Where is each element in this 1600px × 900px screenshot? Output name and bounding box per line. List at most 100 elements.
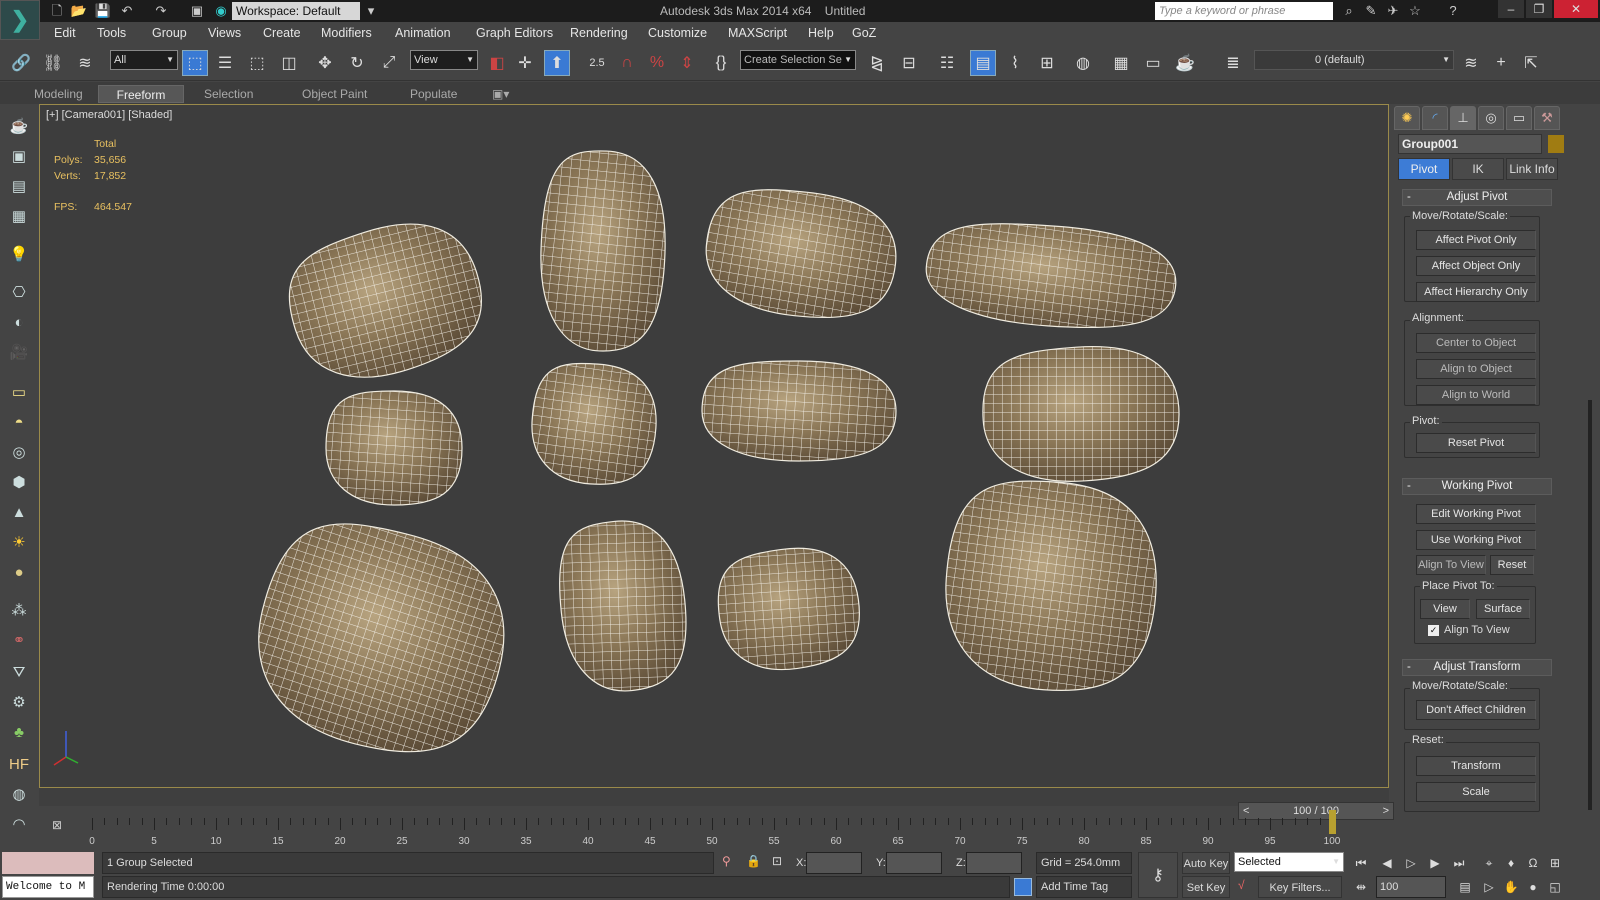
render-setup-icon[interactable]: ▦ xyxy=(1108,50,1134,76)
open-file-icon[interactable]: 📂 xyxy=(70,2,88,20)
modify-tab-icon[interactable]: ◜ xyxy=(1422,106,1448,130)
rock-mesh[interactable] xyxy=(273,203,498,399)
motion-tab-icon[interactable]: ◎ xyxy=(1478,106,1504,130)
edit-named-selection-icon[interactable]: {} xyxy=(708,50,734,76)
previous-frame-icon[interactable]: ◀ xyxy=(1378,854,1396,872)
snaps-toggle-icon[interactable]: 2.5 xyxy=(584,50,610,76)
rock-mesh[interactable] xyxy=(979,340,1184,487)
reset-working-pivot-button[interactable]: Reset xyxy=(1490,555,1534,575)
align-icon[interactable]: ⊟ xyxy=(896,50,922,76)
favorites-icon[interactable]: ☆ xyxy=(1406,2,1424,20)
compound-icon[interactable]: ⛛ xyxy=(7,660,31,684)
communication-icon[interactable]: ✈ xyxy=(1384,2,1402,20)
menu-help[interactable]: Help xyxy=(808,26,834,40)
pan-hand-icon[interactable]: ✋ xyxy=(1502,878,1520,896)
dome-icon[interactable]: ◠ xyxy=(7,812,31,836)
key-mode-dropdown[interactable]: Selected xyxy=(1234,852,1344,872)
use-working-pivot-button[interactable]: Use Working Pivot xyxy=(1416,530,1536,550)
maxscript-mini-listener-top[interactable] xyxy=(2,852,94,874)
rollout-working-pivot[interactable]: - Working Pivot xyxy=(1402,478,1552,495)
display-tab-icon[interactable]: ▭ xyxy=(1506,106,1532,130)
select-in-layer-icon[interactable]: ⇱ xyxy=(1518,50,1544,76)
mini-curve-editor-icon[interactable]: ⊠ xyxy=(52,818,62,832)
pivot-center-icon[interactable]: ◧ xyxy=(484,50,510,76)
keyboard-shortcut-override-icon[interactable]: ⬆ xyxy=(544,50,570,76)
menu-group[interactable]: Group xyxy=(152,26,187,40)
tab-selection[interactable]: Selection xyxy=(196,85,261,103)
binoculars-icon[interactable]: ⌕ xyxy=(1340,2,1358,20)
plane-icon[interactable]: ▭ xyxy=(7,380,31,404)
time-slider-prev[interactable]: < xyxy=(1243,803,1249,819)
redo-icon[interactable]: ↷ xyxy=(152,2,170,20)
menu-rendering[interactable]: Rendering xyxy=(570,26,628,40)
project-folder-icon[interactable]: ▣ xyxy=(188,2,206,20)
rotate-icon[interactable]: ↻ xyxy=(344,50,370,76)
default-in-out-tangent-icon[interactable]: √ xyxy=(1238,878,1245,892)
menu-customize[interactable]: Customize xyxy=(648,26,707,40)
material-editor-icon[interactable]: ◍ xyxy=(1070,50,1096,76)
table-icon[interactable]: ▦ xyxy=(7,204,31,228)
hierarchy-tab-icon[interactable]: ⊥ xyxy=(1450,106,1476,130)
play-icon[interactable]: ▷ xyxy=(1402,854,1420,872)
current-frame-field[interactable]: 100 xyxy=(1376,876,1446,898)
ribbon-options-icon[interactable]: ▣▾ xyxy=(484,85,517,103)
render-frame-icon[interactable]: ▣ xyxy=(7,144,31,168)
workspace-dropdown[interactable]: Workspace: Default xyxy=(232,2,360,20)
manipulate-icon[interactable]: ✛ xyxy=(512,50,538,76)
cone-icon[interactable]: ▲ xyxy=(7,500,31,524)
rock-mesh[interactable] xyxy=(923,217,1179,334)
affect-object-only-button[interactable]: Affect Object Only xyxy=(1416,256,1536,276)
reset-pivot-button[interactable]: Reset Pivot xyxy=(1416,433,1536,453)
layer-dropdown[interactable]: 0 (default) xyxy=(1254,50,1454,70)
molecule-icon[interactable]: ⚭ xyxy=(7,628,31,652)
add-to-layer-icon[interactable]: + xyxy=(1488,50,1514,76)
viewport-camera001[interactable]: [+] [Camera001] [Shaded] Total Polys: 35… xyxy=(39,104,1389,788)
particles-icon[interactable]: ⁂ xyxy=(7,598,31,622)
rock-mesh[interactable] xyxy=(528,360,660,488)
customize-quick-access-icon[interactable]: ▾ xyxy=(362,2,380,20)
rendered-frame-window-icon[interactable]: ▭ xyxy=(1140,50,1166,76)
selection-filter-dropdown[interactable]: All xyxy=(110,50,178,70)
torus-icon[interactable]: ◎ xyxy=(7,440,31,464)
unlink-icon[interactable]: ⛓ xyxy=(40,50,66,76)
current-frame-indicator[interactable] xyxy=(1329,810,1336,834)
app-logo-button[interactable]: ❯ xyxy=(0,0,40,40)
checkbox-checked-icon[interactable]: ✓ xyxy=(1428,624,1439,636)
a360-icon[interactable]: ◉ xyxy=(212,2,230,20)
selection-lock-icon[interactable]: 🔒 xyxy=(746,854,761,868)
go-to-end-icon[interactable]: ⏭ xyxy=(1450,854,1468,872)
rock-mesh[interactable] xyxy=(538,149,669,353)
rock-mesh[interactable] xyxy=(325,390,463,506)
menu-views[interactable]: Views xyxy=(208,26,241,40)
menu-goz[interactable]: GoZ xyxy=(852,26,876,40)
menu-tools[interactable]: Tools xyxy=(97,26,126,40)
layers-icon[interactable]: ≣ xyxy=(1220,50,1246,76)
field-of-view-icon[interactable]: ▷ xyxy=(1480,878,1498,896)
next-frame-icon[interactable]: ▶ xyxy=(1426,854,1444,872)
rock-mesh[interactable] xyxy=(939,475,1163,697)
tab-link-info[interactable]: Link Info xyxy=(1506,158,1558,180)
tab-pivot[interactable]: Pivot xyxy=(1398,158,1450,180)
camera-icon[interactable]: ⎔ xyxy=(7,280,31,304)
zoom-icon[interactable]: ⌖ xyxy=(1480,854,1498,872)
teapot-icon[interactable]: ☕ xyxy=(7,114,31,138)
percent-snap-icon[interactable]: % xyxy=(644,50,670,76)
window-crossing-icon[interactable]: ◫ xyxy=(276,50,302,76)
command-panel-scrollbar[interactable] xyxy=(1588,400,1592,810)
key-mode-toggle-icon[interactable]: ⇹ xyxy=(1352,878,1370,896)
undo-icon[interactable]: ↶ xyxy=(118,2,136,20)
dont-affect-children-button[interactable]: Don't Affect Children xyxy=(1416,700,1536,720)
new-file-icon[interactable]: 🗋 xyxy=(48,2,66,20)
z-coordinate-field[interactable] xyxy=(966,852,1022,874)
angle-snap-icon[interactable]: ∩ xyxy=(614,50,640,76)
set-key-button[interactable]: Set Key xyxy=(1182,876,1230,898)
sun-icon[interactable]: ☀ xyxy=(7,530,31,554)
zoom-all-icon[interactable]: ♦ xyxy=(1502,854,1520,872)
menu-modifiers[interactable]: Modifiers xyxy=(321,26,372,40)
rock-mesh[interactable] xyxy=(711,540,866,678)
scale-icon[interactable]: ⤢ xyxy=(376,50,402,76)
human-head-icon[interactable]: ◐ xyxy=(7,310,31,334)
mirror-icon[interactable]: ⧎ xyxy=(864,50,890,76)
curve-editor-icon[interactable]: ⌇ xyxy=(1002,50,1028,76)
subscription-icon[interactable]: ✎ xyxy=(1362,2,1380,20)
